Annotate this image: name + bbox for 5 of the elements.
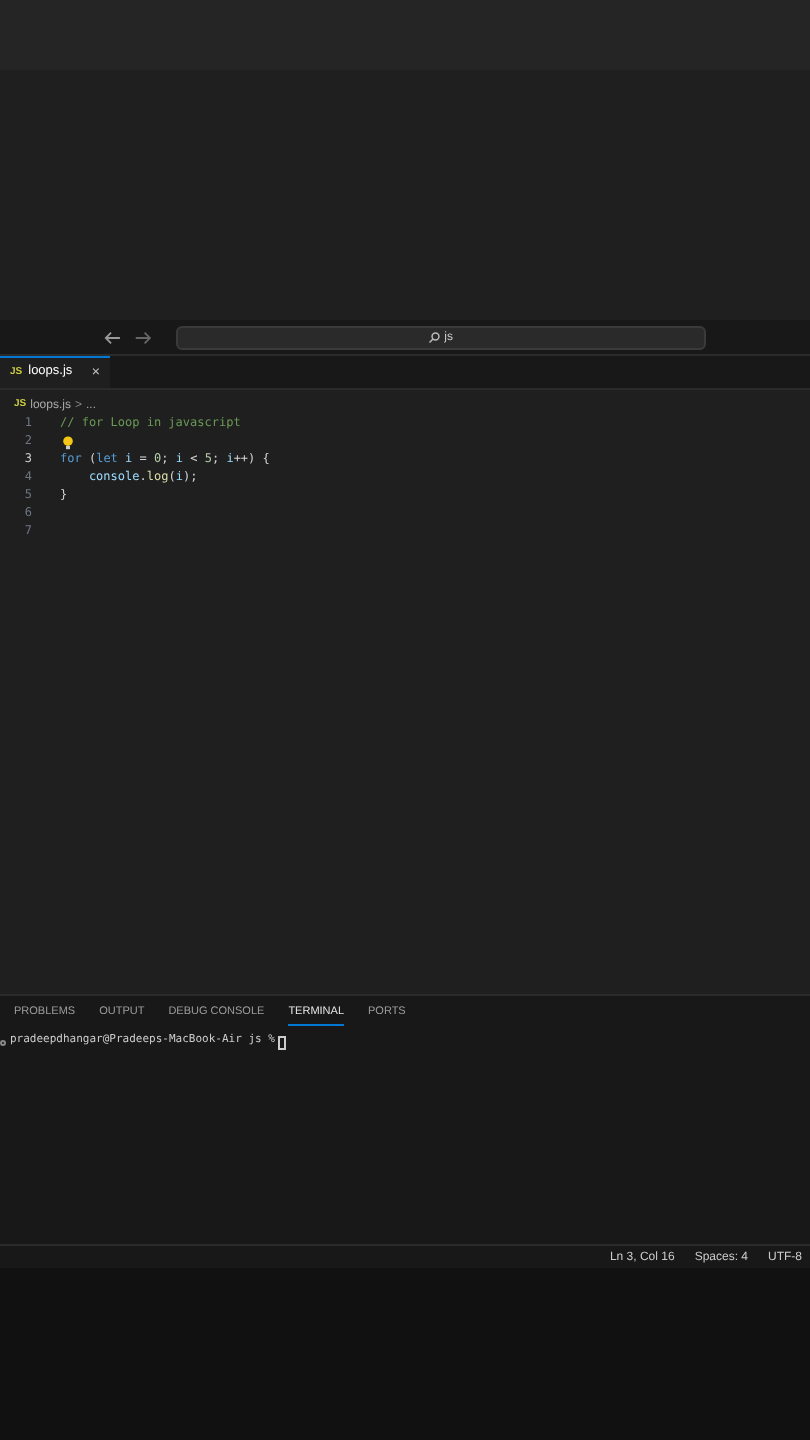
- forward-arrow-icon[interactable]: [133, 329, 152, 345]
- terminal-cursor: [278, 1035, 287, 1049]
- lightbulb-icon[interactable]: [62, 435, 74, 450]
- back-arrow-icon[interactable]: [104, 329, 122, 345]
- search-icon: [428, 331, 441, 343]
